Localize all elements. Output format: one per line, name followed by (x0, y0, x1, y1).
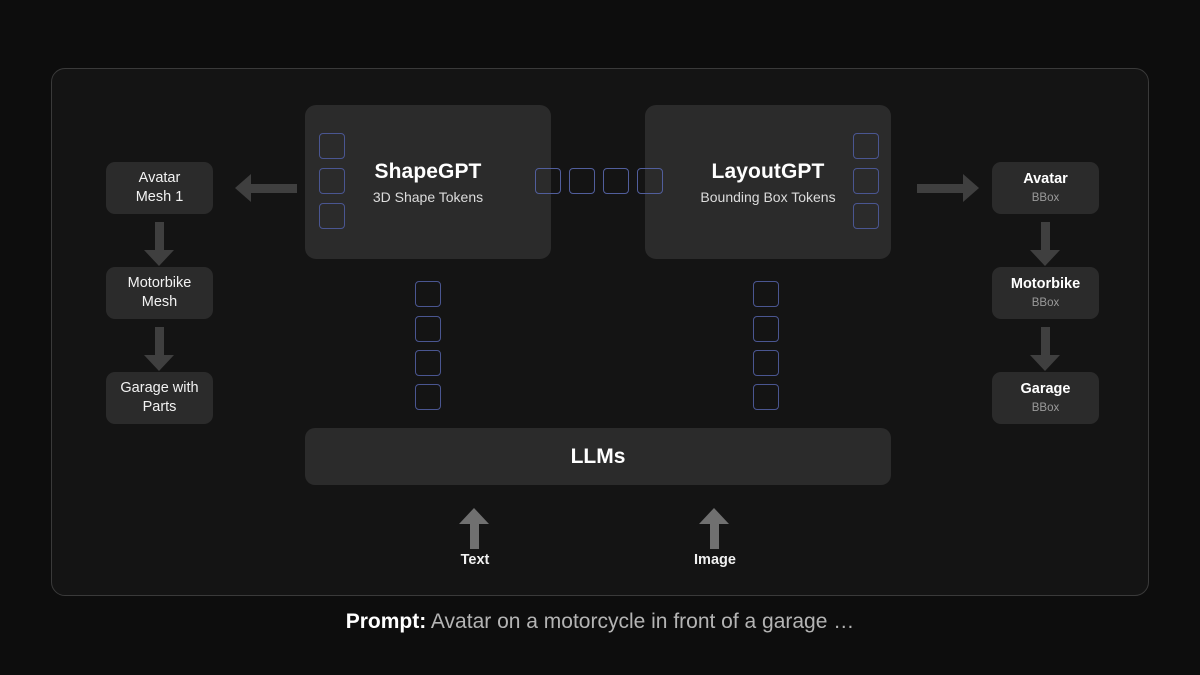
layout-token (853, 133, 879, 159)
bridge-token (637, 168, 663, 194)
shape-token-stack (415, 316, 441, 342)
shape-token-stack (415, 350, 441, 376)
arrow-right-icon (917, 174, 979, 202)
node-title: Motorbike (1010, 276, 1081, 293)
node-garage-bbox[interactable]: Garage BBox (992, 372, 1099, 424)
arrow-down-icon-left-2 (144, 327, 174, 371)
bridge-token (603, 168, 629, 194)
arrow-down-icon-right-1 (1030, 222, 1060, 266)
bridge-token (569, 168, 595, 194)
diagram-canvas: Avatar Mesh 1 Motorbike Mesh Garage with… (0, 0, 1200, 675)
llm-label: LLMs (570, 444, 626, 468)
arrow-up-icon-text (459, 508, 489, 549)
node-title: Avatar (1023, 171, 1068, 188)
panel-subtitle: 3D Shape Tokens (372, 188, 484, 205)
node-garage-mesh[interactable]: Garage with Parts (106, 372, 213, 424)
arrow-down-icon-right-2 (1030, 327, 1060, 371)
layout-token (853, 168, 879, 194)
shape-token-stack (415, 384, 441, 410)
node-subtitle: BBox (1031, 191, 1060, 204)
bridge-token (535, 168, 561, 194)
shape-token (319, 133, 345, 159)
layout-token-stack (753, 350, 779, 376)
node-avatar-bbox[interactable]: Avatar BBox (992, 162, 1099, 214)
node-line-2: Parts (142, 399, 177, 415)
node-line-1: Avatar (138, 170, 181, 187)
node-line-1: Motorbike (127, 275, 192, 292)
layout-token-stack (753, 384, 779, 410)
node-line-2: Mesh 1 (135, 189, 184, 205)
node-title: Garage (1020, 381, 1071, 398)
node-line-1: Garage with (120, 380, 199, 397)
node-subtitle: BBox (1031, 401, 1060, 414)
panel-title: ShapeGPT (374, 159, 482, 183)
shape-token (319, 168, 345, 194)
prompt-text: Avatar on a motorcycle in front of a gar… (430, 610, 855, 633)
arrow-down-icon-left-1 (144, 222, 174, 266)
layout-token (853, 203, 879, 229)
arrow-up-icon-image (699, 508, 729, 549)
prompt-line: Prompt: Avatar on a motorcycle in front … (0, 610, 1200, 634)
layout-token-stack (753, 281, 779, 307)
panel-subtitle: Bounding Box Tokens (700, 188, 836, 205)
node-motorbike-mesh[interactable]: Motorbike Mesh (106, 267, 213, 319)
llm-bar[interactable]: LLMs (305, 428, 891, 485)
node-avatar-mesh[interactable]: Avatar Mesh 1 (106, 162, 213, 214)
layout-token-stack (753, 316, 779, 342)
panel-title: LayoutGPT (711, 159, 825, 183)
node-subtitle: BBox (1031, 296, 1060, 309)
input-label-image: Image (694, 552, 736, 568)
arrow-left-icon (235, 174, 297, 202)
input-label-text: Text (460, 552, 490, 568)
shape-token (319, 203, 345, 229)
prompt-key: Prompt: (345, 610, 427, 633)
node-motorbike-bbox[interactable]: Motorbike BBox (992, 267, 1099, 319)
diagram-frame (51, 68, 1149, 596)
node-line-2: Mesh (141, 294, 178, 310)
shape-token-stack (415, 281, 441, 307)
